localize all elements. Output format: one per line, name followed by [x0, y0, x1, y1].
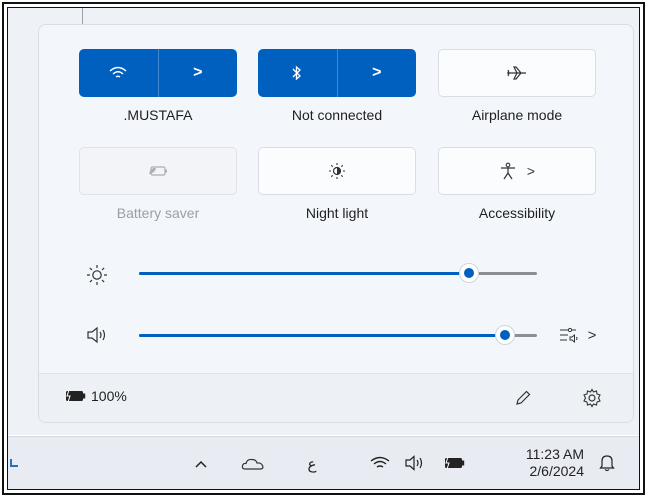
- screenshot-frame-inner: [7, 7, 640, 490]
